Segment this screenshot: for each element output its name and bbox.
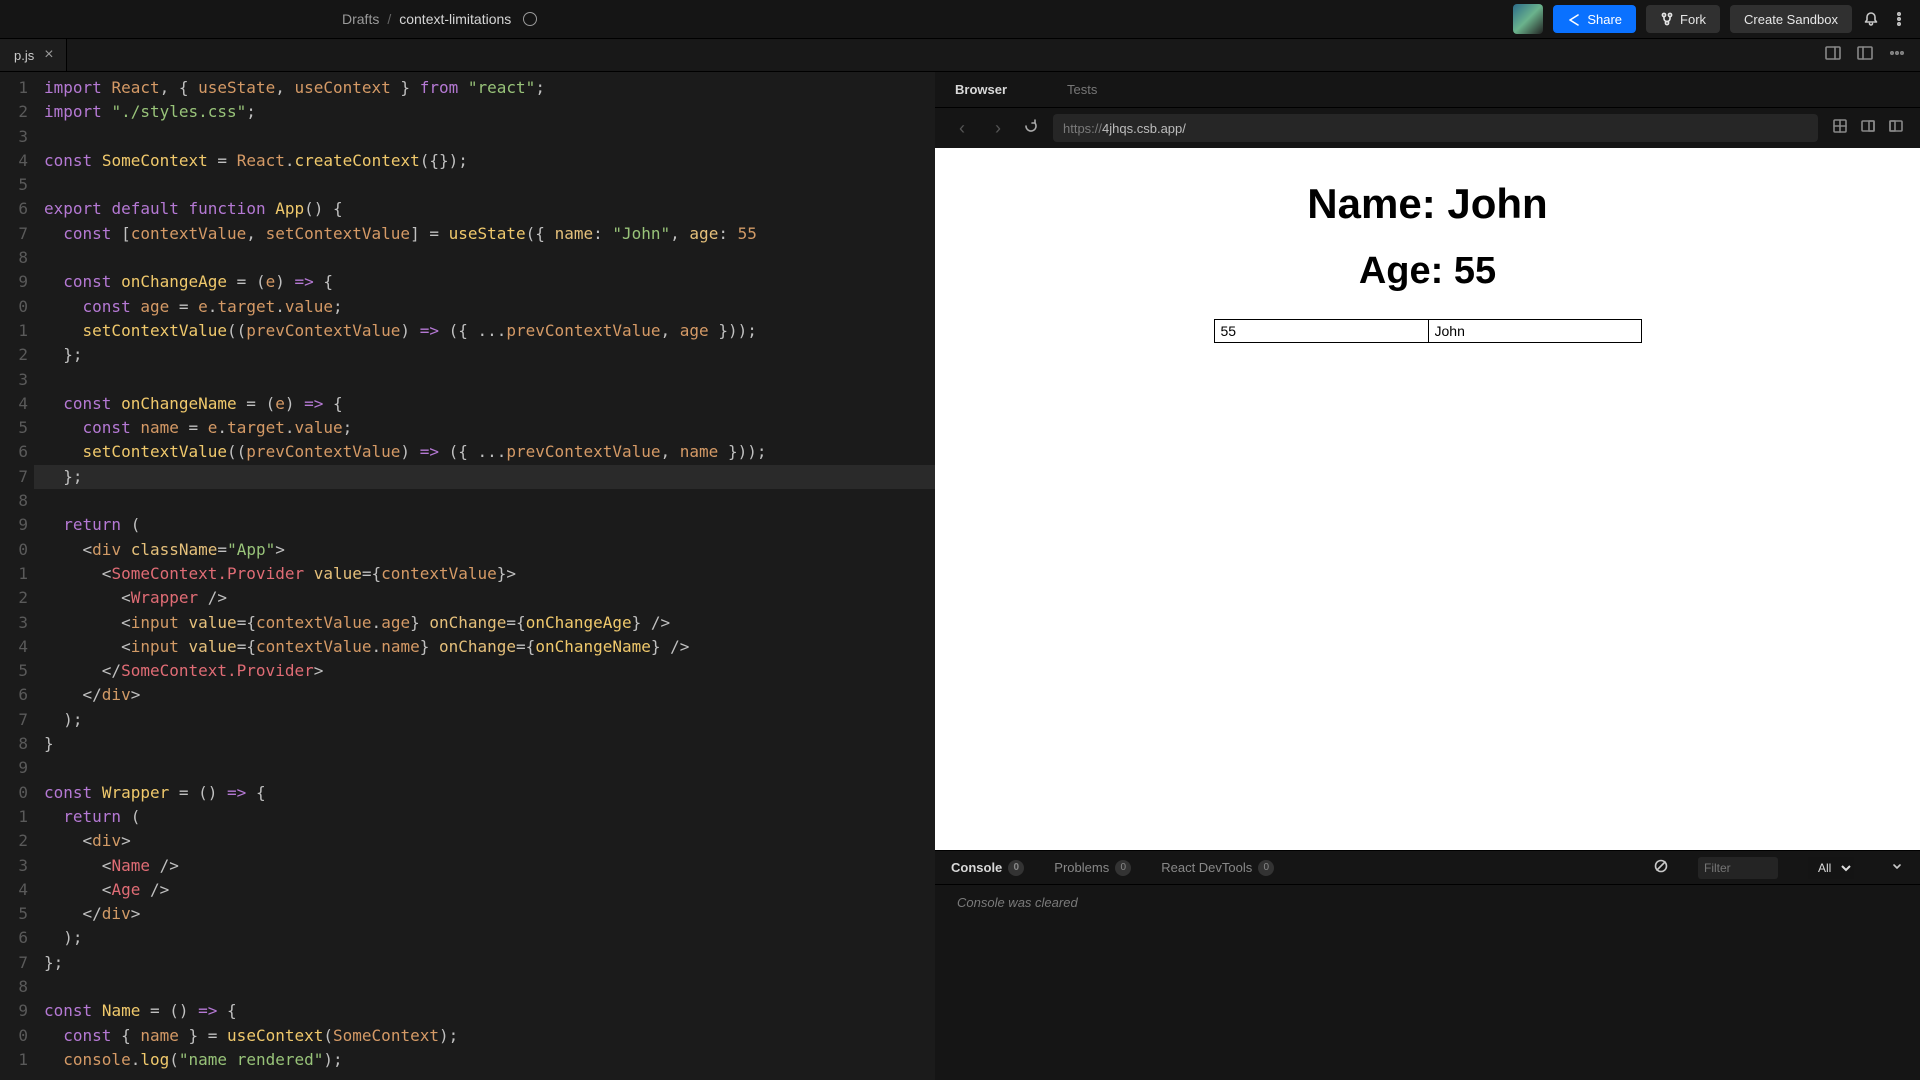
topbar: Drafts / context-limitations Share Fork …	[0, 0, 1920, 38]
breadcrumb-file[interactable]: context-limitations	[399, 11, 511, 27]
console-filter-input[interactable]	[1698, 857, 1778, 879]
share-icon	[1567, 12, 1581, 26]
preview-age-label: Age:	[1359, 250, 1454, 292]
split-panel-icon[interactable]	[1824, 44, 1842, 67]
tab-tests[interactable]: Tests	[1067, 82, 1097, 97]
preview-tool-2-icon[interactable]	[1860, 118, 1876, 139]
clear-console-icon[interactable]	[1654, 859, 1668, 876]
kebab-menu-icon[interactable]	[1890, 10, 1908, 28]
fork-button[interactable]: Fork	[1646, 5, 1720, 33]
url-host: 4jhqs.csb.app/	[1102, 121, 1186, 136]
bell-icon[interactable]	[1862, 10, 1880, 28]
tab-browser[interactable]: Browser	[955, 82, 1007, 97]
create-sandbox-button[interactable]: Create Sandbox	[1730, 5, 1852, 33]
preview-tool-1-icon[interactable]	[1832, 118, 1848, 139]
console-message: Console was cleared	[957, 895, 1078, 910]
fork-icon	[1660, 12, 1674, 26]
tab-console[interactable]: Console 0	[951, 860, 1024, 876]
file-tab-label: p.js	[14, 48, 34, 63]
file-tab[interactable]: p.js ×	[0, 39, 67, 71]
share-button[interactable]: Share	[1553, 5, 1636, 33]
preview-age-heading: Age: 55	[1359, 250, 1496, 293]
tabstrip-tools	[1824, 44, 1920, 67]
preview-name-label: Name:	[1307, 180, 1447, 227]
age-input[interactable]	[1214, 319, 1428, 343]
problems-count-badge: 0	[1115, 860, 1131, 876]
create-sandbox-label: Create Sandbox	[1744, 12, 1838, 27]
preview-age-value: 55	[1454, 250, 1496, 292]
tab-react-devtools[interactable]: React DevTools 0	[1161, 860, 1274, 876]
share-label: Share	[1587, 12, 1622, 27]
devtools-count-badge: 0	[1258, 860, 1274, 876]
line-gutter: 1 2 3 4 5 6 7 8 9 0 1 2 3 4 5 6 7 8 9 0 …	[0, 72, 34, 1080]
console-tabstrip: Console 0 Problems 0 React DevTools 0 A	[935, 851, 1920, 885]
console-level-select[interactable]: All	[1808, 857, 1854, 879]
preview-toolbar-right	[1832, 118, 1904, 139]
preview-name-value: John	[1447, 180, 1547, 227]
console-panel: Console 0 Problems 0 React DevTools 0 A	[935, 850, 1920, 1080]
tab-react-devtools-label: React DevTools	[1161, 860, 1252, 875]
nav-back-icon[interactable]: ‹	[951, 118, 973, 139]
tab-console-label: Console	[951, 860, 1002, 875]
right-pane: Browser Tests ‹ › https://4jhqs.csb.app/…	[935, 72, 1920, 1080]
breadcrumb-folder[interactable]: Drafts	[342, 11, 379, 27]
preview-viewport[interactable]: Name: John Age: 55	[935, 148, 1920, 850]
tab-problems-label: Problems	[1054, 860, 1109, 875]
url-scheme: https://	[1063, 121, 1102, 136]
console-collapse-icon[interactable]	[1884, 859, 1904, 876]
name-input[interactable]	[1428, 319, 1642, 343]
fork-label: Fork	[1680, 12, 1706, 27]
address-bar: ‹ › https://4jhqs.csb.app/	[935, 108, 1920, 148]
preview-tabstrip: Browser Tests	[935, 72, 1920, 108]
nav-forward-icon[interactable]: ›	[987, 118, 1009, 139]
reload-icon[interactable]	[1023, 118, 1039, 139]
preview-inputs	[1214, 319, 1642, 343]
url-input[interactable]: https://4jhqs.csb.app/	[1053, 114, 1818, 142]
breadcrumb[interactable]: Drafts / context-limitations	[342, 11, 1513, 27]
topbar-actions: Share Fork Create Sandbox	[1513, 4, 1908, 34]
close-tab-icon[interactable]: ×	[44, 47, 53, 63]
editor-tabstrip: p.js ×	[0, 38, 1920, 72]
tab-problems[interactable]: Problems 0	[1054, 860, 1131, 876]
avatar[interactable]	[1513, 4, 1543, 34]
sync-status-icon[interactable]	[523, 12, 537, 26]
code-editor[interactable]: 1 2 3 4 5 6 7 8 9 0 1 2 3 4 5 6 7 8 9 0 …	[0, 72, 935, 1080]
more-icon[interactable]	[1888, 44, 1906, 67]
code-content[interactable]: import React, { useState, useContext } f…	[44, 72, 935, 1080]
preview-tool-3-icon[interactable]	[1888, 118, 1904, 139]
console-count-badge: 0	[1008, 860, 1024, 876]
split-panel-2-icon[interactable]	[1856, 44, 1874, 67]
breadcrumb-separator: /	[387, 11, 391, 27]
main-split: 1 2 3 4 5 6 7 8 9 0 1 2 3 4 5 6 7 8 9 0 …	[0, 72, 1920, 1080]
preview-name-heading: Name: John	[1307, 180, 1547, 228]
console-output[interactable]: Console was cleared	[935, 885, 1920, 1080]
